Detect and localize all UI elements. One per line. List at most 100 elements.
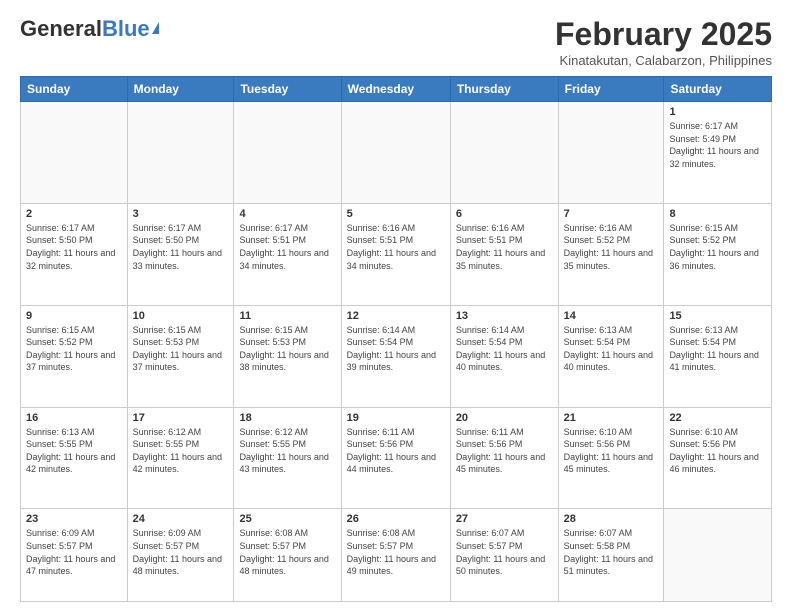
calendar-cell: 28 Sunrise: 6:07 AM Sunset: 5:58 PM Dayli…	[558, 509, 664, 602]
weekday-header-row: SundayMondayTuesdayWednesdayThursdayFrid…	[21, 77, 772, 102]
day-info: Sunrise: 6:10 AM Sunset: 5:56 PM Dayligh…	[669, 426, 766, 476]
calendar-cell: 20 Sunrise: 6:11 AM Sunset: 5:56 PM Dayli…	[450, 407, 558, 509]
calendar-week-row: 2 Sunrise: 6:17 AM Sunset: 5:50 PM Daylig…	[21, 203, 772, 305]
day-number: 19	[347, 412, 445, 424]
day-info: Sunrise: 6:11 AM Sunset: 5:56 PM Dayligh…	[456, 426, 553, 476]
day-info: Sunrise: 6:13 AM Sunset: 5:55 PM Dayligh…	[26, 426, 122, 476]
calendar-cell	[664, 509, 772, 602]
day-number: 12	[347, 310, 445, 322]
day-number: 21	[564, 412, 659, 424]
calendar-cell	[341, 102, 450, 204]
day-info: Sunrise: 6:12 AM Sunset: 5:55 PM Dayligh…	[239, 426, 335, 476]
day-number: 27	[456, 513, 553, 525]
calendar-cell	[234, 102, 341, 204]
day-number: 14	[564, 310, 659, 322]
calendar-cell: 6 Sunrise: 6:16 AM Sunset: 5:51 PM Daylig…	[450, 203, 558, 305]
day-info: Sunrise: 6:10 AM Sunset: 5:56 PM Dayligh…	[564, 426, 659, 476]
day-number: 2	[26, 208, 122, 220]
day-number: 18	[239, 412, 335, 424]
calendar-week-row: 9 Sunrise: 6:15 AM Sunset: 5:52 PM Daylig…	[21, 305, 772, 407]
day-number: 22	[669, 412, 766, 424]
calendar-cell	[127, 102, 234, 204]
day-info: Sunrise: 6:15 AM Sunset: 5:52 PM Dayligh…	[669, 222, 766, 272]
day-info: Sunrise: 6:12 AM Sunset: 5:55 PM Dayligh…	[133, 426, 229, 476]
page: GeneralBlue February 2025 Kinatakutan, C…	[0, 0, 792, 612]
weekday-header-saturday: Saturday	[664, 77, 772, 102]
day-number: 13	[456, 310, 553, 322]
weekday-header-tuesday: Tuesday	[234, 77, 341, 102]
day-number: 6	[456, 208, 553, 220]
day-info: Sunrise: 6:08 AM Sunset: 5:57 PM Dayligh…	[239, 527, 335, 577]
calendar-week-row: 1Sunrise: 6:17 AM Sunset: 5:49 PM Daylig…	[21, 102, 772, 204]
calendar-cell: 16 Sunrise: 6:13 AM Sunset: 5:55 PM Dayli…	[21, 407, 128, 509]
calendar-cell: 17 Sunrise: 6:12 AM Sunset: 5:55 PM Dayli…	[127, 407, 234, 509]
day-number: 25	[239, 513, 335, 525]
day-number: 24	[133, 513, 229, 525]
calendar-cell: 11 Sunrise: 6:15 AM Sunset: 5:53 PM Dayli…	[234, 305, 341, 407]
day-number: 11	[239, 310, 335, 322]
day-number: 26	[347, 513, 445, 525]
day-info: Sunrise: 6:07 AM Sunset: 5:58 PM Dayligh…	[564, 527, 659, 577]
weekday-header-sunday: Sunday	[21, 77, 128, 102]
day-info: Sunrise: 6:13 AM Sunset: 5:54 PM Dayligh…	[669, 324, 766, 374]
day-info: Sunrise: 6:11 AM Sunset: 5:56 PM Dayligh…	[347, 426, 445, 476]
day-info: Sunrise: 6:15 AM Sunset: 5:52 PM Dayligh…	[26, 324, 122, 374]
day-info: Sunrise: 6:14 AM Sunset: 5:54 PM Dayligh…	[456, 324, 553, 374]
calendar-cell: 3 Sunrise: 6:17 AM Sunset: 5:50 PM Daylig…	[127, 203, 234, 305]
day-info: Sunrise: 6:16 AM Sunset: 5:51 PM Dayligh…	[456, 222, 553, 272]
day-number: 5	[347, 208, 445, 220]
day-number: 16	[26, 412, 122, 424]
logo-triangle-icon	[152, 22, 159, 34]
calendar-cell: 7 Sunrise: 6:16 AM Sunset: 5:52 PM Daylig…	[558, 203, 664, 305]
calendar-cell: 4 Sunrise: 6:17 AM Sunset: 5:51 PM Daylig…	[234, 203, 341, 305]
calendar-cell: 26 Sunrise: 6:08 AM Sunset: 5:57 PM Dayli…	[341, 509, 450, 602]
calendar-table: SundayMondayTuesdayWednesdayThursdayFrid…	[20, 76, 772, 602]
calendar-cell: 19 Sunrise: 6:11 AM Sunset: 5:56 PM Dayli…	[341, 407, 450, 509]
day-info: Sunrise: 6:13 AM Sunset: 5:54 PM Dayligh…	[564, 324, 659, 374]
calendar-cell: 1Sunrise: 6:17 AM Sunset: 5:49 PM Daylig…	[664, 102, 772, 204]
calendar-cell: 15 Sunrise: 6:13 AM Sunset: 5:54 PM Dayli…	[664, 305, 772, 407]
day-info: Sunrise: 6:16 AM Sunset: 5:52 PM Dayligh…	[564, 222, 659, 272]
location: Kinatakutan, Calabarzon, Philippines	[555, 53, 772, 68]
day-number: 1	[669, 106, 766, 118]
day-info: Sunrise: 6:09 AM Sunset: 5:57 PM Dayligh…	[26, 527, 122, 577]
calendar-cell: 27 Sunrise: 6:07 AM Sunset: 5:57 PM Dayli…	[450, 509, 558, 602]
day-info: Sunrise: 6:14 AM Sunset: 5:54 PM Dayligh…	[347, 324, 445, 374]
day-info: Sunrise: 6:15 AM Sunset: 5:53 PM Dayligh…	[133, 324, 229, 374]
day-number: 15	[669, 310, 766, 322]
day-info: Sunrise: 6:07 AM Sunset: 5:57 PM Dayligh…	[456, 527, 553, 577]
calendar-cell	[21, 102, 128, 204]
title-block: February 2025 Kinatakutan, Calabarzon, P…	[555, 16, 772, 68]
day-number: 3	[133, 208, 229, 220]
calendar-cell	[558, 102, 664, 204]
calendar-cell: 13 Sunrise: 6:14 AM Sunset: 5:54 PM Dayli…	[450, 305, 558, 407]
calendar-cell: 24Sunrise: 6:09 AM Sunset: 5:57 PM Dayli…	[127, 509, 234, 602]
day-info: Sunrise: 6:08 AM Sunset: 5:57 PM Dayligh…	[347, 527, 445, 577]
day-number: 10	[133, 310, 229, 322]
day-number: 23	[26, 513, 122, 525]
day-number: 17	[133, 412, 229, 424]
logo-blue: Blue	[102, 16, 150, 42]
day-number: 8	[669, 208, 766, 220]
calendar-cell: 8 Sunrise: 6:15 AM Sunset: 5:52 PM Daylig…	[664, 203, 772, 305]
weekday-header-thursday: Thursday	[450, 77, 558, 102]
logo-text: GeneralBlue	[20, 16, 159, 42]
day-number: 28	[564, 513, 659, 525]
day-info: Sunrise: 6:17 AM Sunset: 5:50 PM Dayligh…	[133, 222, 229, 272]
day-number: 20	[456, 412, 553, 424]
month-year: February 2025	[555, 16, 772, 53]
calendar-cell: 23 Sunrise: 6:09 AM Sunset: 5:57 PM Dayli…	[21, 509, 128, 602]
weekday-header-friday: Friday	[558, 77, 664, 102]
day-info: Sunrise: 6:15 AM Sunset: 5:53 PM Dayligh…	[239, 324, 335, 374]
calendar-cell: 14 Sunrise: 6:13 AM Sunset: 5:54 PM Dayli…	[558, 305, 664, 407]
day-info: Sunrise: 6:17 AM Sunset: 5:51 PM Dayligh…	[239, 222, 335, 272]
weekday-header-monday: Monday	[127, 77, 234, 102]
logo-general: General	[20, 16, 102, 42]
day-number: 4	[239, 208, 335, 220]
calendar-cell: 12 Sunrise: 6:14 AM Sunset: 5:54 PM Dayli…	[341, 305, 450, 407]
calendar-cell: 22 Sunrise: 6:10 AM Sunset: 5:56 PM Dayli…	[664, 407, 772, 509]
calendar-cell: 18 Sunrise: 6:12 AM Sunset: 5:55 PM Dayli…	[234, 407, 341, 509]
day-number: 7	[564, 208, 659, 220]
calendar-cell: 5Sunrise: 6:16 AM Sunset: 5:51 PM Daylig…	[341, 203, 450, 305]
day-number: 9	[26, 310, 122, 322]
